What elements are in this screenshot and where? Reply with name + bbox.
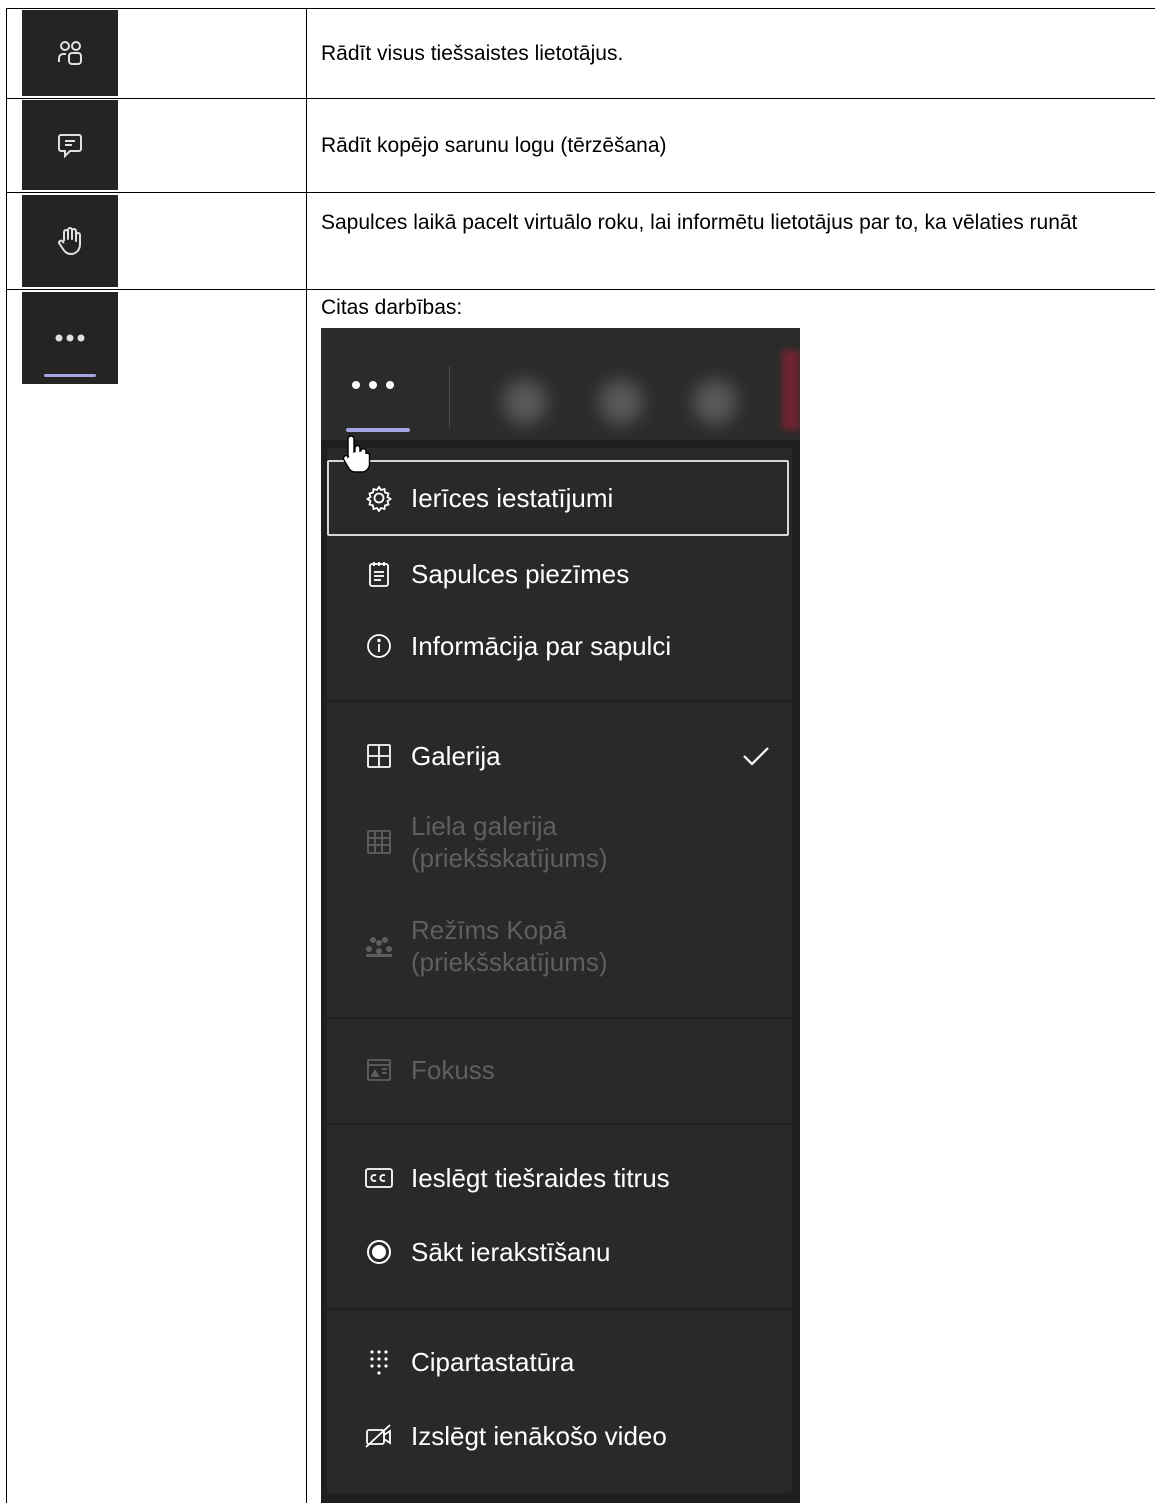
chat-icon xyxy=(58,134,82,159)
menu-item-dialpad[interactable]: Cipartastatūra xyxy=(327,1326,792,1398)
menu-item-focus[interactable]: Fokuss xyxy=(327,1034,792,1106)
checkmark-icon xyxy=(743,747,769,766)
record-icon xyxy=(367,1240,391,1264)
row-description: Citas darbības: xyxy=(321,296,463,319)
blurred-button xyxy=(503,380,547,424)
table-border-row3 xyxy=(6,289,1155,290)
focus-icon xyxy=(367,1059,391,1081)
more-options-tile xyxy=(22,292,118,384)
gallery-icon xyxy=(367,744,391,768)
blurred-button xyxy=(693,380,737,424)
table-border-left xyxy=(6,8,7,1503)
blurred-leave-button xyxy=(782,350,800,430)
menu-item-start-recording[interactable]: Sākt ierakstīšanu xyxy=(327,1216,792,1288)
meeting-toolbar xyxy=(321,328,800,440)
more-options-icon xyxy=(55,334,85,342)
menu-item-gallery[interactable]: Galerija xyxy=(327,720,792,792)
table-border-row1 xyxy=(6,98,1155,99)
dialpad-icon xyxy=(370,1350,388,1375)
menu-divider xyxy=(327,700,792,702)
people-tile xyxy=(22,10,118,96)
table-border-top xyxy=(6,8,1155,9)
people-icon xyxy=(58,41,82,65)
menu-divider xyxy=(327,1123,792,1125)
video-off-icon xyxy=(365,1424,391,1448)
menu-item-device-settings[interactable]: Ierīces iestatījumi xyxy=(327,462,792,534)
raise-hand-tile xyxy=(22,195,118,287)
more-options-icon[interactable] xyxy=(351,380,395,390)
menu-item-meeting-notes[interactable]: Sapulces piezīmes xyxy=(327,538,792,610)
menu-item-large-gallery[interactable]: Liela galerija (priekšskatījums) xyxy=(327,794,792,890)
notes-icon xyxy=(369,562,389,587)
together-mode-icon xyxy=(366,937,392,957)
active-indicator xyxy=(346,428,410,432)
info-icon xyxy=(367,634,391,658)
menu-item-meeting-info[interactable]: Informācija par sapulci xyxy=(327,610,792,682)
more-actions-menu: Ierīces iestatījumi Sapulces piezīmes In… xyxy=(327,448,792,1493)
menu-divider xyxy=(327,1017,792,1019)
menu-item-live-captions[interactable]: Ieslēgt tiešraides titrus xyxy=(327,1142,792,1214)
row-description: Rādīt kopējo sarunu logu (tērzēšana) xyxy=(321,134,667,157)
hand-cursor-icon xyxy=(342,435,371,473)
menu-divider xyxy=(327,1308,792,1310)
toolbar-separator xyxy=(449,366,450,428)
raise-hand-icon xyxy=(58,227,81,255)
large-gallery-icon xyxy=(367,830,391,854)
closed-captions-icon xyxy=(365,1168,393,1188)
active-indicator xyxy=(44,374,96,377)
more-actions-screenshot: Ierīces iestatījumi Sapulces piezīmes In… xyxy=(321,328,800,1503)
chat-tile xyxy=(22,100,118,190)
table-border-middle xyxy=(306,8,307,1503)
table-border-row2 xyxy=(6,192,1155,193)
row-description: Sapulces laikā pacelt virtuālo roku, lai… xyxy=(321,211,1078,234)
blurred-button xyxy=(599,380,643,424)
settings-icon xyxy=(365,485,393,512)
row-description: Rādīt visus tiešsaistes lietotājus. xyxy=(321,42,624,65)
menu-item-together-mode[interactable]: Režīms Kopā (priekšskatījums) xyxy=(327,898,792,994)
menu-item-turn-off-incoming-video[interactable]: Izslēgt ienākošo video xyxy=(327,1400,792,1472)
